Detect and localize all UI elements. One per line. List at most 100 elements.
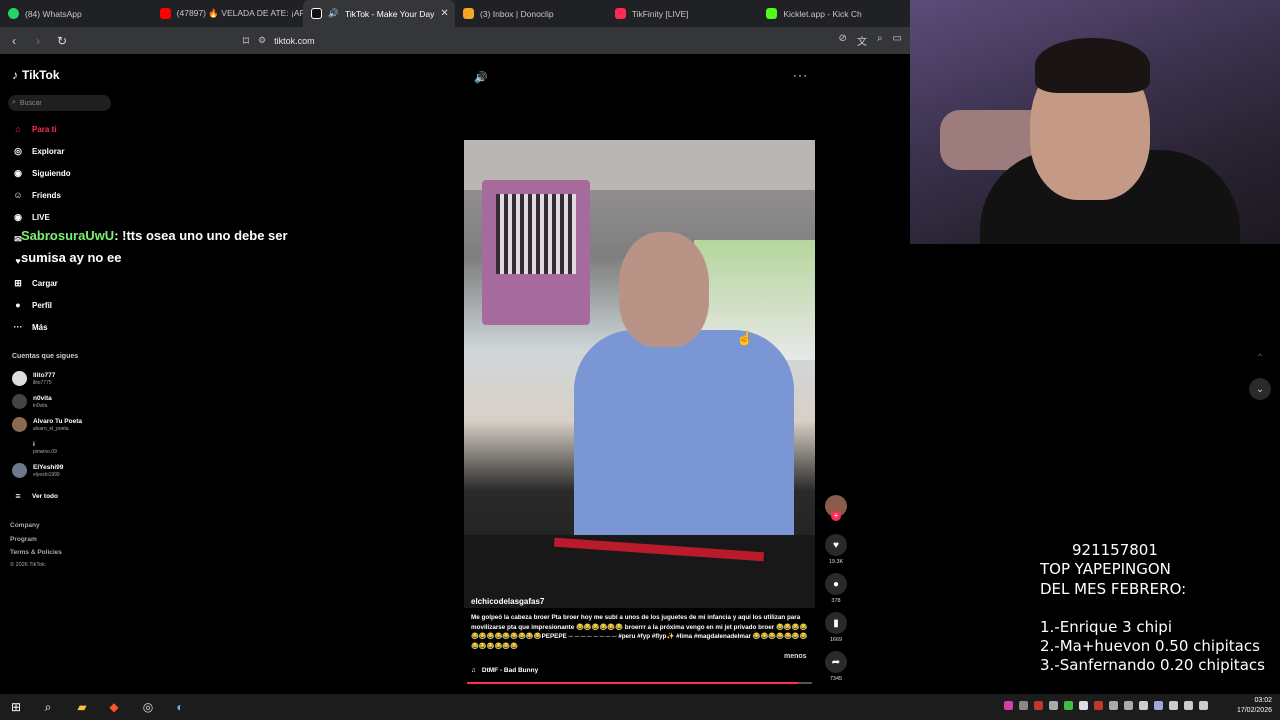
following-account[interactable]: n0vita in0vita bbox=[12, 394, 52, 409]
url-text: tiktok.com bbox=[274, 35, 315, 46]
next-video-button[interactable]: ⌄ bbox=[1249, 378, 1271, 400]
tab-donoclip[interactable]: (3) Inbox | Donoclip bbox=[455, 0, 607, 27]
upload-icon: ⊞ bbox=[14, 277, 22, 288]
clock-time: 03:02 bbox=[1254, 697, 1272, 704]
tab-youtube[interactable]: (47897) 🔥 VELADA DE ATE: ¡ARRUGU bbox=[152, 0, 303, 27]
sidebar-item-explorar[interactable]: ◎ Explorar bbox=[12, 145, 64, 157]
tab-tiktok[interactable]: 🔊 TikTok - Make Your Day ✕ bbox=[303, 0, 456, 27]
compass-icon: ◎ bbox=[14, 145, 22, 156]
search-input[interactable]: ⌕ Buscar bbox=[8, 95, 111, 111]
following-account[interactable]: Alvaro Tu Poeta alvaro_el_poeta bbox=[12, 417, 82, 432]
speaker-icon: 🔊 bbox=[328, 8, 339, 18]
tray-icon[interactable] bbox=[1004, 701, 1013, 710]
video-author[interactable]: elchicodelasgafas7 bbox=[471, 597, 544, 606]
sidebar-item-siguiendo[interactable]: ◉ Siguiendo bbox=[12, 167, 71, 179]
video-description: Me golpeó la cabeza broer Pta broer hoy … bbox=[471, 614, 808, 650]
tray-icon[interactable] bbox=[1154, 701, 1163, 710]
sidebar-item-perfil[interactable]: ● Perfil bbox=[12, 299, 52, 311]
tray-icon[interactable] bbox=[1169, 701, 1178, 710]
share-button[interactable]: ➦ 7345 bbox=[824, 651, 848, 682]
webcam-overlay bbox=[910, 0, 1280, 244]
forward-icon[interactable]: › bbox=[28, 34, 48, 48]
toolbar-actions: ⊘ 文 ⌕ ▭ bbox=[839, 33, 902, 48]
bookmark-icon: ▮ bbox=[825, 612, 847, 634]
webcam-hair bbox=[1035, 38, 1150, 93]
tiktok-logo[interactable]: ♪ TikTok bbox=[12, 68, 60, 82]
comment-button[interactable]: ● 378 bbox=[824, 573, 848, 604]
site-settings-icon[interactable]: ⚙ bbox=[258, 35, 266, 46]
volume-icon[interactable]: 🔊 bbox=[474, 71, 488, 84]
chat-overlay: SabrosuraUwU: !tts osea uno uno debe ser… bbox=[21, 225, 301, 269]
tab-whatsapp[interactable]: (84) WhatsApp bbox=[0, 0, 152, 27]
sidebar-item-live[interactable]: ◉ LIVE bbox=[12, 211, 50, 223]
following-account[interactable]: i pinwino.09 bbox=[12, 440, 57, 455]
following-account[interactable]: llito777 llito7775 bbox=[12, 371, 55, 386]
tray-icon[interactable] bbox=[1049, 701, 1058, 710]
video-progress-fill bbox=[467, 682, 799, 684]
sidebar-item-cargar[interactable]: ⊞ Cargar bbox=[12, 277, 58, 289]
tray-icon[interactable] bbox=[1139, 701, 1148, 710]
sidebar-item-mas[interactable]: ··· Más bbox=[12, 321, 48, 333]
tiktok-note-icon: ♪ bbox=[12, 68, 18, 82]
chevron-down-icon: ⌄ bbox=[1255, 383, 1265, 395]
comment-icon: ● bbox=[825, 573, 847, 595]
share-icon: ➦ bbox=[825, 651, 847, 673]
tab-tikfinity[interactable]: TikFinity [LIVE] bbox=[607, 0, 759, 27]
ranking-item: 3.-Sanfernando 0.20 chipitacs bbox=[1040, 656, 1265, 675]
more-options-icon[interactable]: ··· bbox=[793, 68, 808, 82]
video-progress-bar[interactable] bbox=[467, 682, 812, 684]
tray-icon[interactable] bbox=[1109, 701, 1118, 710]
search-icon[interactable]: ⌕ bbox=[40, 699, 56, 715]
close-tab-icon[interactable]: ✕ bbox=[440, 8, 448, 19]
video-music[interactable]: ♫ DtMF - Bad Bunny bbox=[471, 667, 538, 674]
previous-video-button[interactable]: ⌃ bbox=[1249, 347, 1271, 369]
follow-plus-icon[interactable]: + bbox=[831, 511, 841, 521]
stream-phone: 921157801 bbox=[1072, 541, 1158, 559]
tray-icon[interactable] bbox=[1034, 701, 1043, 710]
footer-copyright: © 2026 TikTok bbox=[10, 562, 45, 568]
system-clock[interactable]: 03:02 17/02/2026 bbox=[1237, 696, 1272, 716]
following-account[interactable]: ElYeshi99 elyeshi1999 bbox=[12, 463, 63, 478]
creator-avatar-button[interactable]: + bbox=[824, 495, 848, 521]
back-icon[interactable]: ‹ bbox=[4, 34, 24, 48]
address-bar[interactable]: ⚙ tiktok.com bbox=[258, 31, 818, 50]
translate-icon[interactable]: 文 bbox=[857, 33, 867, 48]
avatar: + bbox=[825, 495, 847, 521]
video-player[interactable]: ☝ bbox=[464, 140, 815, 608]
tray-icon[interactable] bbox=[1064, 701, 1073, 710]
ranking-item: 2.-Ma+huevon 0.50 chipitacs bbox=[1040, 637, 1260, 656]
brave-browser-icon[interactable]: ◆ bbox=[106, 699, 122, 715]
tray-icon[interactable] bbox=[1079, 701, 1088, 710]
avatar bbox=[12, 417, 27, 432]
footer-terms-link[interactable]: Terms & Policies bbox=[10, 549, 62, 556]
browser-tab-bar: (84) WhatsApp (47897) 🔥 VELADA DE ATE: ¡… bbox=[0, 0, 910, 27]
less-button[interactable]: menos bbox=[784, 653, 807, 660]
tracking-icon[interactable]: ⊘ bbox=[839, 33, 847, 48]
windows-start-icon[interactable]: ⊞ bbox=[8, 699, 24, 715]
steam-icon[interactable]: ◐ bbox=[172, 699, 188, 715]
cast-icon[interactable]: ▭ bbox=[893, 33, 902, 48]
tray-icon[interactable] bbox=[1094, 701, 1103, 710]
bookmark-icon[interactable]: ⌑ bbox=[236, 34, 256, 48]
see-all-button[interactable]: ≡ Ver todo bbox=[12, 490, 58, 502]
footer-company-link[interactable]: Company bbox=[10, 522, 40, 529]
friends-icon: ☺ bbox=[13, 190, 23, 200]
save-button[interactable]: ▮ 1669 bbox=[824, 612, 848, 643]
tray-icon[interactable] bbox=[1199, 701, 1208, 710]
sidebar-item-friends[interactable]: ☺ Friends bbox=[12, 189, 61, 201]
tab-kicklet[interactable]: Kicklet.app - Kick Ch bbox=[758, 0, 910, 27]
like-button[interactable]: ♥ 19.3K bbox=[824, 534, 848, 565]
sidebar-item-para-ti[interactable]: ⌂ Para ti bbox=[12, 123, 56, 135]
avatar bbox=[12, 463, 27, 478]
tray-icon[interactable] bbox=[1124, 701, 1133, 710]
profile-icon: ● bbox=[15, 300, 21, 310]
file-explorer-icon[interactable]: ▰ bbox=[74, 699, 90, 715]
live-icon: ◉ bbox=[14, 211, 22, 222]
ranking-item: 1.-Enrique 3 chipi bbox=[1040, 617, 1172, 636]
reload-icon[interactable]: ↻ bbox=[52, 34, 72, 48]
zoom-icon[interactable]: ⌕ bbox=[877, 33, 883, 48]
footer-program-link[interactable]: Program bbox=[10, 536, 37, 543]
tray-icon[interactable] bbox=[1019, 701, 1028, 710]
tray-icon[interactable] bbox=[1184, 701, 1193, 710]
obs-icon[interactable]: ◎ bbox=[140, 699, 156, 715]
